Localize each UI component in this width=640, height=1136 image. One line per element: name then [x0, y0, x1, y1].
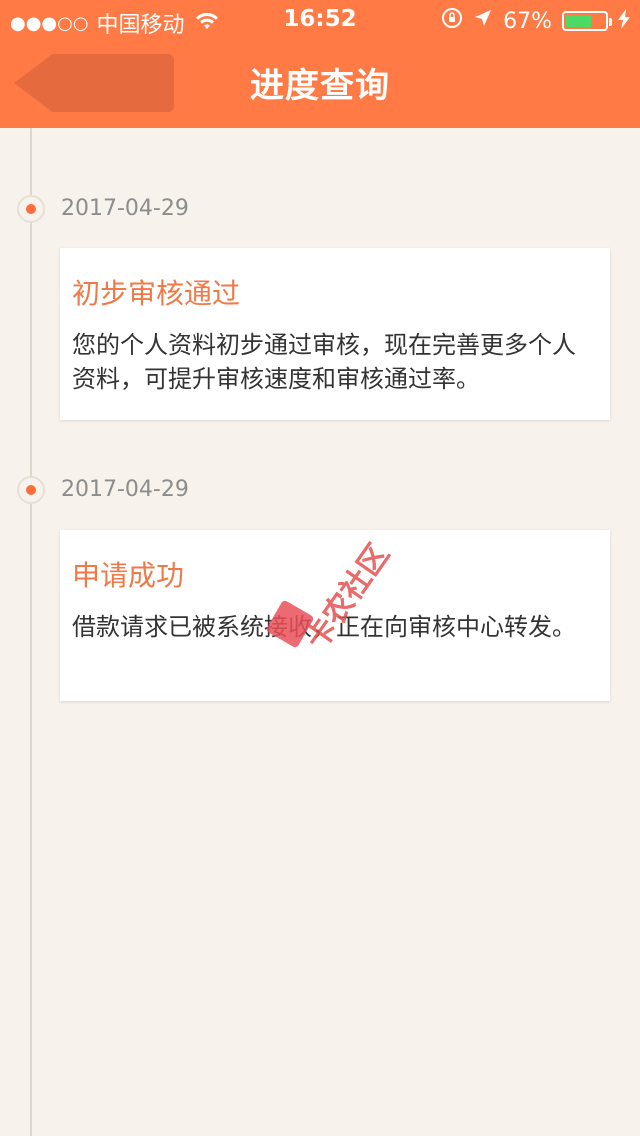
timeline-date: 2017-04-29 — [61, 196, 189, 221]
rotation-lock-icon — [441, 7, 463, 35]
timeline-dot-icon — [26, 204, 36, 214]
status-bar: ●●●○○ 中国移动 16:52 67% — [0, 0, 640, 40]
card-body: 您的个人资料初步通过审核，现在完善更多个人资料，可提升审核速度和审核通过率。 — [72, 331, 576, 393]
battery-icon — [562, 11, 612, 31]
location-arrow-icon — [473, 8, 493, 34]
timeline-dot-icon — [26, 485, 36, 495]
app-header: ●●●○○ 中国移动 16:52 67% 进度查询 — [0, 0, 640, 128]
timeline-node — [17, 195, 45, 223]
card-title: 申请成功 — [72, 559, 185, 592]
timeline-line — [30, 128, 32, 1136]
timeline-card: 初步审核通过 您的个人资料初步通过审核，现在完善更多个人资料，可提升审核速度和审… — [60, 248, 610, 420]
timeline-node — [17, 476, 45, 504]
status-right: 67% — [441, 7, 630, 35]
battery-fill — [566, 15, 592, 27]
battery-percent: 67% — [503, 8, 552, 34]
charging-bolt-icon — [618, 8, 630, 34]
timeline-date: 2017-04-29 — [61, 477, 189, 502]
battery-nub — [609, 18, 612, 26]
page-title: 进度查询 — [250, 66, 390, 106]
card-title: 初步审核通过 — [72, 277, 241, 310]
